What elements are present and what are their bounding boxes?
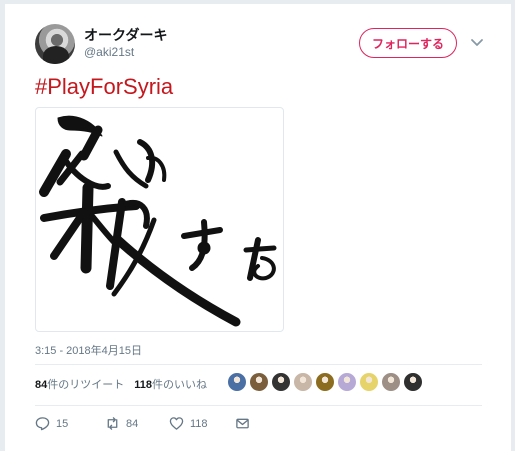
avatar[interactable] xyxy=(35,24,75,64)
envelope-icon xyxy=(236,418,249,429)
tweet-stats: 84件のリツイート 118件のいいね xyxy=(35,376,207,392)
author-display-name[interactable]: オークダーキ xyxy=(84,25,167,45)
like-count[interactable]: 118 xyxy=(134,379,152,391)
retweet-count-label[interactable]: 件のリツイート xyxy=(47,379,124,391)
divider xyxy=(35,364,482,365)
liker-avatar[interactable] xyxy=(359,372,379,392)
liker-avatar[interactable] xyxy=(293,372,313,392)
liker-avatar[interactable] xyxy=(249,372,269,392)
liker-avatar[interactable] xyxy=(381,372,401,392)
tweet-media-image[interactable] xyxy=(35,107,284,332)
retweet-button[interactable]: 84 xyxy=(105,416,138,431)
retweet-count[interactable]: 84 xyxy=(35,379,47,391)
tweet-actions: 15 84 118 xyxy=(35,416,495,434)
tweet-timestamp[interactable]: 3:15 - 2018年4月15日 xyxy=(35,342,142,358)
follow-button[interactable]: フォローする xyxy=(359,28,457,58)
reply-button[interactable]: 15 xyxy=(35,416,68,431)
liker-avatar[interactable] xyxy=(403,372,423,392)
like-count-label[interactable]: 件のいいね xyxy=(152,379,207,391)
like-button[interactable]: 118 xyxy=(169,416,208,431)
liker-avatar[interactable] xyxy=(315,372,335,392)
retweet-action-count: 84 xyxy=(126,417,139,430)
liker-avatars xyxy=(227,372,423,396)
liker-avatar[interactable] xyxy=(271,372,291,392)
calligraphy-image xyxy=(39,115,277,327)
like-action-count: 118 xyxy=(190,417,208,430)
divider xyxy=(35,405,482,406)
chevron-down-icon[interactable] xyxy=(469,34,485,50)
tweet-hashtag[interactable]: #PlayForSyria xyxy=(35,74,173,100)
direct-message-button[interactable] xyxy=(235,416,250,431)
heart-icon xyxy=(169,417,184,430)
liker-avatar[interactable] xyxy=(337,372,357,392)
liker-avatar[interactable] xyxy=(227,372,247,392)
tweet-card: オークダーキ @aki21st フォローする #PlayForSyria 3:1… xyxy=(5,4,511,451)
page-edge-right xyxy=(511,0,515,451)
reply-count: 15 xyxy=(56,417,69,430)
reply-icon xyxy=(35,417,50,431)
retweet-icon xyxy=(107,417,118,430)
author-handle[interactable]: @aki21st xyxy=(84,45,134,59)
